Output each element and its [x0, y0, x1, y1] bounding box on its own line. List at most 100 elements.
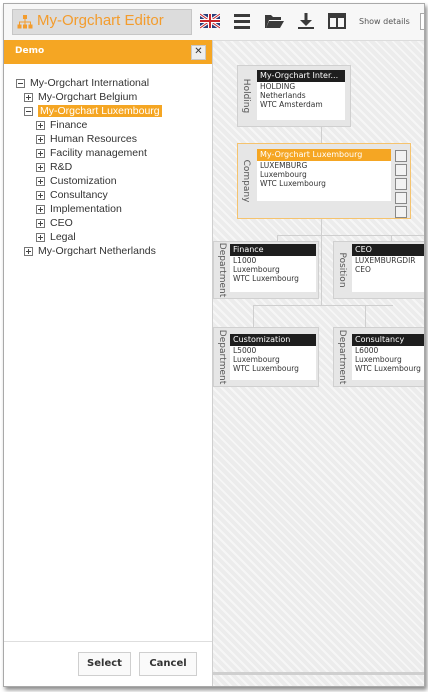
- collapse-icon[interactable]: [24, 106, 33, 116]
- node-line: L6000: [355, 346, 379, 355]
- connector-line: [321, 217, 322, 235]
- orgchart-logo-icon: [17, 15, 33, 29]
- uk-flag-icon[interactable]: [200, 12, 220, 30]
- horizontal-scrollbar[interactable]: [213, 672, 424, 675]
- tree-item[interactable]: Customization: [36, 174, 117, 188]
- orgchart-node-finance[interactable]: Department Finance L1000 Luxembourg WTC …: [213, 241, 319, 299]
- tree-item[interactable]: Implementation: [36, 202, 122, 216]
- orgchart-node-consultancy[interactable]: Department Consultancy L6000 Luxembourg …: [333, 327, 424, 387]
- node-type-label: Position: [337, 252, 347, 288]
- dialog-footer: Select Cancel: [4, 641, 212, 686]
- node-line: LUXEMBURGDIR: [355, 256, 416, 265]
- select-button[interactable]: Select: [78, 652, 131, 676]
- expand-icon[interactable]: [36, 162, 45, 172]
- node-line: WTC Amsterdam: [260, 100, 323, 109]
- node-type-label: Department: [337, 329, 347, 385]
- node-card: Finance L1000 Luxembourg WTC Luxembourg: [230, 244, 316, 292]
- node-line: Luxembourg: [233, 355, 280, 364]
- node-line: Netherlands: [260, 91, 306, 100]
- node-title: Finance: [230, 244, 316, 256]
- cancel-button[interactable]: Cancel: [139, 652, 197, 676]
- orgchart-node-customization[interactable]: Department Customization L5000 Luxembour…: [213, 327, 319, 387]
- tree-item-selected[interactable]: My-Orgchart Luxembourg: [24, 104, 162, 118]
- node-title: My-Orgchart Inter...: [257, 70, 345, 82]
- orgchart-node-ceo[interactable]: Position CEO LUXEMBURGDIR CEO: [333, 241, 424, 299]
- expand-icon[interactable]: [36, 204, 45, 214]
- node-line: CEO: [355, 265, 371, 274]
- add-icon[interactable]: [395, 206, 407, 218]
- node-type-label: Company: [241, 159, 251, 203]
- edit-icon[interactable]: [395, 178, 407, 190]
- tree-item[interactable]: Legal: [36, 230, 76, 244]
- expand-icon[interactable]: [24, 246, 33, 256]
- expand-icon[interactable]: [36, 134, 45, 144]
- top-toolbar: My-Orgchart Editor Show details: [4, 4, 424, 41]
- node-title: Consultancy: [352, 334, 424, 346]
- node-line: HOLDING: [260, 82, 296, 91]
- connector-line: [253, 305, 254, 327]
- node-title: CEO: [352, 244, 424, 256]
- tree-item[interactable]: My-Orgchart Belgium: [24, 90, 137, 104]
- orgchart-node-company[interactable]: Company My-Orgchart Luxembourg LUXEMBURG…: [237, 143, 411, 219]
- orgchart-canvas[interactable]: Holding My-Orgchart Inter... HOLDING Net…: [213, 41, 424, 686]
- list-icon[interactable]: [395, 164, 407, 176]
- node-title: My-Orgchart Luxembourg: [257, 149, 391, 161]
- folder-open-icon[interactable]: [264, 12, 284, 30]
- tree-item[interactable]: CEO: [36, 216, 73, 230]
- node-type-label: Department: [217, 329, 227, 385]
- connector-line: [365, 305, 366, 327]
- node-card: Customization L5000 Luxembourg WTC Luxem…: [230, 334, 316, 380]
- tree-item[interactable]: Human Resources: [36, 132, 137, 146]
- node-line: LUXEMBURG: [260, 161, 308, 170]
- expand-icon[interactable]: [36, 176, 45, 186]
- node-card: My-Orgchart Inter... HOLDING Netherlands…: [257, 70, 345, 120]
- expand-icon[interactable]: [36, 148, 45, 158]
- node-line: WTC Luxembourg: [233, 274, 299, 283]
- expand-icon[interactable]: [36, 232, 45, 242]
- close-icon[interactable]: ✕: [191, 45, 206, 60]
- node-title: Customization: [230, 334, 316, 346]
- node-line: WTC Luxembourg: [355, 364, 421, 373]
- node-card: Consultancy L6000 Luxembourg WTC Luxembo…: [352, 334, 424, 380]
- node-type-label: Holding: [241, 78, 251, 114]
- tree-item[interactable]: Consultancy: [36, 188, 108, 202]
- node-card: CEO LUXEMBURGDIR CEO: [352, 244, 424, 292]
- node-line: Luxembourg: [355, 355, 402, 364]
- tree-item[interactable]: My-Orgchart International: [16, 76, 149, 90]
- dialog-header: Demo ✕: [4, 40, 212, 64]
- expand-icon[interactable]: [36, 218, 45, 228]
- node-line: Luxembourg: [260, 170, 307, 179]
- orgchart-node-holding[interactable]: Holding My-Orgchart Inter... HOLDING Net…: [237, 65, 351, 127]
- editor-window: My-Orgchart Editor Show details Holding …: [3, 3, 425, 687]
- node-line: Luxembourg: [233, 265, 280, 274]
- delete-icon[interactable]: [395, 192, 407, 204]
- show-details-select[interactable]: [420, 13, 424, 30]
- demo-dialog: Demo ✕ My-Orgchart International My-Orgc…: [4, 40, 213, 686]
- layout-icon[interactable]: [327, 12, 347, 30]
- menu-icon[interactable]: [232, 12, 252, 30]
- expand-icon[interactable]: [36, 120, 45, 130]
- tree-item[interactable]: My-Orgchart Netherlands: [24, 244, 156, 258]
- node-line: WTC Luxembourg: [233, 364, 299, 373]
- node-type-label: Department: [217, 242, 227, 298]
- download-icon[interactable]: [296, 12, 316, 30]
- expand-icon[interactable]: [36, 190, 45, 200]
- node-action-icons: [395, 150, 407, 220]
- tree-item[interactable]: R&D: [36, 160, 72, 174]
- chart-icon[interactable]: [395, 150, 407, 162]
- app-logo[interactable]: My-Orgchart Editor: [12, 9, 192, 35]
- app-title: My-Orgchart Editor: [37, 12, 164, 29]
- dialog-title: Demo: [15, 46, 45, 56]
- tree-item[interactable]: Finance: [36, 118, 87, 132]
- collapse-icon[interactable]: [16, 78, 25, 88]
- connector-line: [277, 235, 424, 236]
- node-card: My-Orgchart Luxembourg LUXEMBURG Luxembo…: [257, 149, 391, 201]
- tree-item[interactable]: Facility management: [36, 146, 147, 160]
- node-line: L5000: [233, 346, 257, 355]
- connector-line: [253, 305, 393, 306]
- connector-line: [321, 235, 322, 305]
- node-line: WTC Luxembourg: [260, 179, 326, 188]
- node-line: L1000: [233, 256, 257, 265]
- show-details-label: Show details: [359, 17, 410, 26]
- expand-icon[interactable]: [24, 92, 33, 102]
